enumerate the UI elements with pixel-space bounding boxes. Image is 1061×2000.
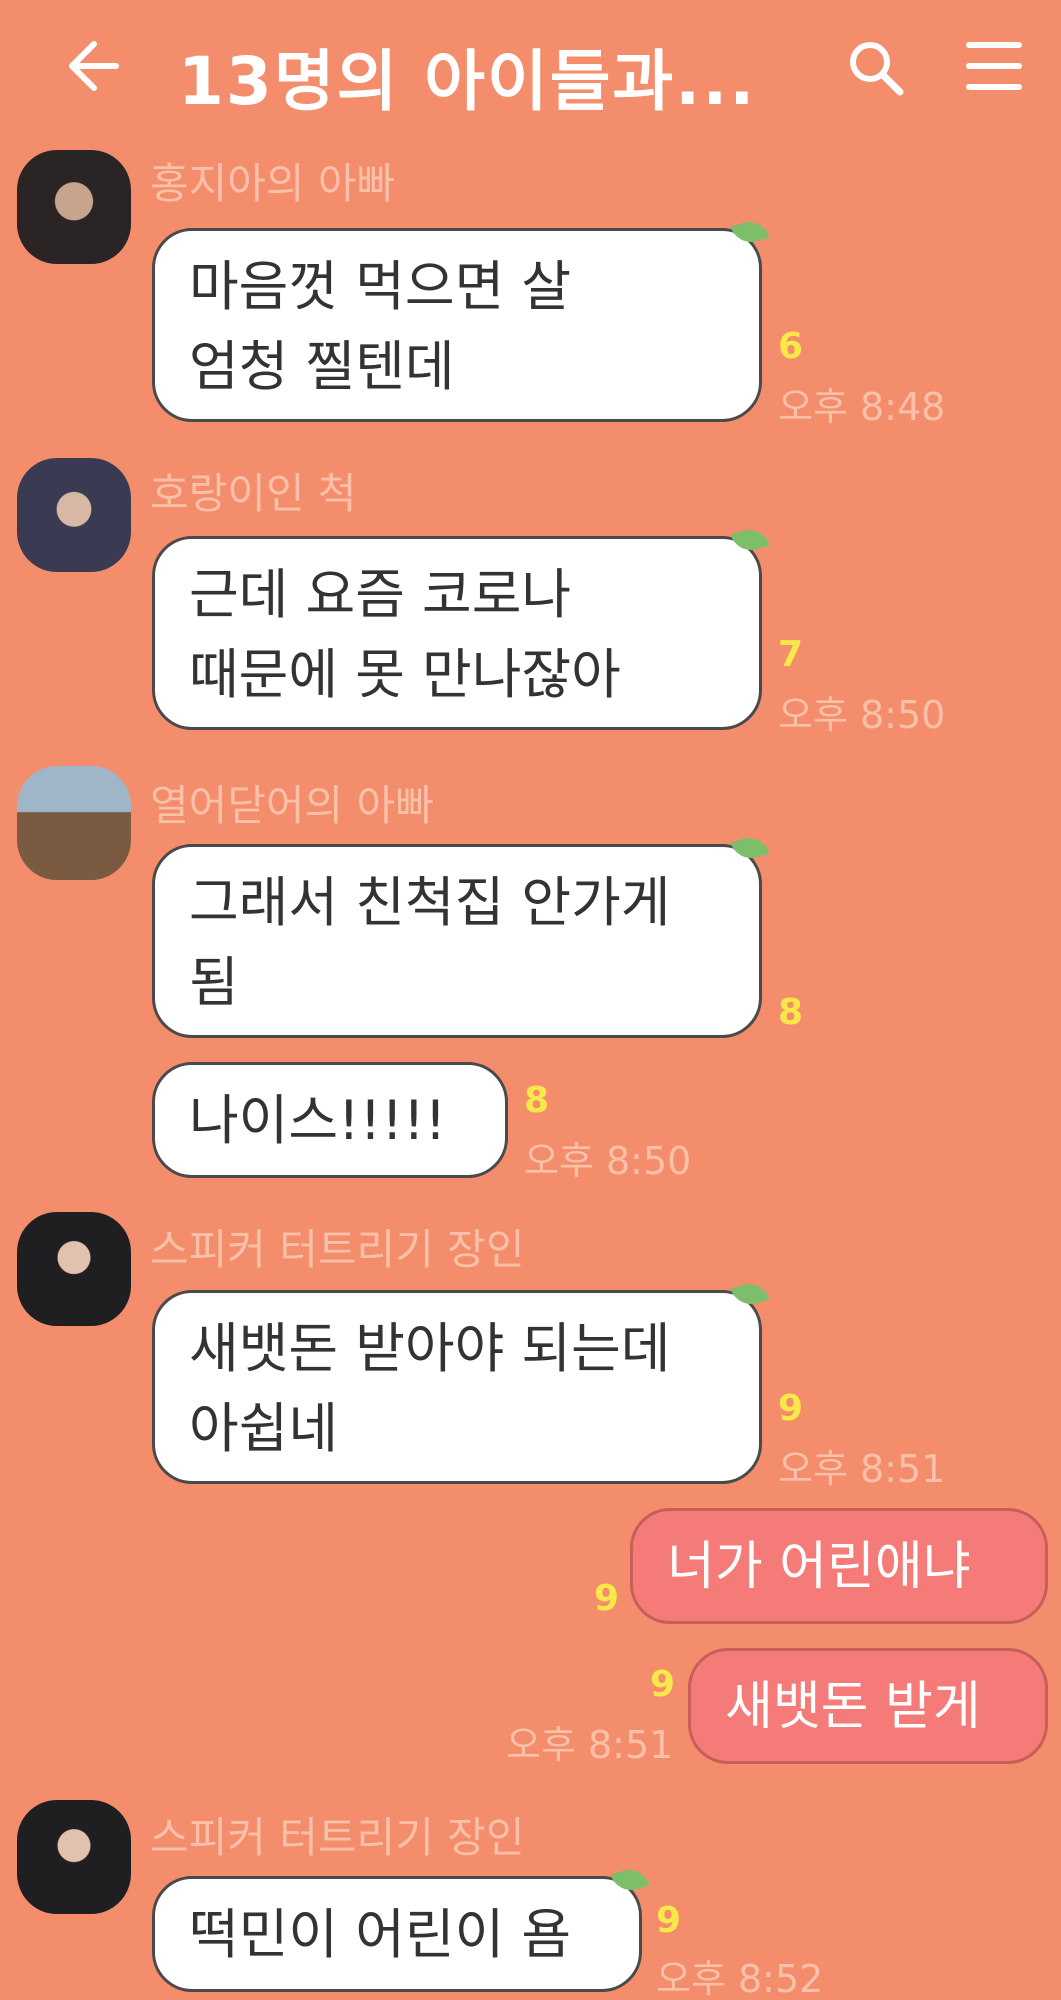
message-line: 아쉽네 (189, 1397, 339, 1460)
message-time: 오후 8:51 (506, 1723, 674, 1767)
leaf-icon (730, 216, 770, 248)
leaf-icon (730, 832, 770, 864)
unread-count: 9 (778, 1388, 804, 1429)
message-bubble[interactable]: 근데 요즘 코로나 때문에 못 만나잖아 (152, 524, 770, 730)
message-bubble[interactable]: 나이스!!!!! (152, 1062, 508, 1178)
sender-name: 호랑이인 척 (150, 469, 357, 518)
message-time: 오후 8:51 (778, 1447, 946, 1491)
search-icon-svg (850, 42, 904, 96)
message-time: 오후 8:50 (524, 1139, 692, 1183)
menu-line (966, 84, 1022, 90)
my-message-bubble[interactable]: 새뱃돈 받게 (688, 1648, 1048, 1764)
message-line: 근데 요즘 코로나 (189, 563, 572, 626)
message-line: 새뱃돈 받아야 되는데 (189, 1317, 671, 1380)
unread-count: 8 (524, 1080, 550, 1121)
sender-name: 스피커 터트리기 장인 (150, 1225, 525, 1274)
chat-header: 13명의 아이들과... (0, 0, 1061, 140)
hamburger-menu-icon[interactable] (966, 42, 1022, 92)
menu-line (966, 42, 1022, 48)
message-line: 엄청 찔텐데 (189, 335, 455, 398)
avatar[interactable] (17, 458, 131, 572)
avatar[interactable] (17, 766, 131, 880)
message-time: 오후 8:52 (656, 1957, 824, 2000)
unread-count: 6 (778, 326, 804, 367)
sender-name: 열어닫어의 아빠 (150, 781, 434, 830)
message-time: 오후 8:50 (778, 693, 946, 737)
leaf-icon (730, 524, 770, 556)
message-line: 그래서 친척집 안가게 (189, 871, 671, 934)
avatar[interactable] (17, 150, 131, 264)
message-line: 너가 어린애냐 (667, 1537, 971, 1597)
leaf-icon (610, 1864, 650, 1896)
message-line: 때문에 못 만나잖아 (189, 643, 621, 706)
message-line: 됨 (189, 951, 239, 1014)
my-message-bubble[interactable]: 너가 어린애냐 (630, 1508, 1048, 1624)
unread-count: 7 (778, 634, 804, 675)
message-bubble[interactable]: 마음껏 먹으면 살 엄청 찔텐데 (152, 216, 770, 422)
message-line: 떡민이 어린이 욤 (189, 1903, 572, 1966)
search-icon[interactable] (846, 38, 906, 98)
sender-name: 스피커 터트리기 장인 (150, 1813, 525, 1862)
unread-count: 9 (594, 1578, 620, 1619)
sender-name: 홍지아의 아빠 (150, 159, 396, 208)
leaf-icon (730, 1278, 770, 1310)
unread-count: 9 (650, 1664, 676, 1705)
message-bubble[interactable]: 새뱃돈 받아야 되는데 아쉽네 (152, 1278, 770, 1484)
message-line: 마음껏 먹으면 살 (189, 255, 572, 318)
message-line: 나이스!!!!! (189, 1089, 447, 1152)
avatar[interactable] (17, 1800, 131, 1914)
back-arrow-icon-svg (69, 41, 119, 91)
message-bubble[interactable]: 떡민이 어린이 욤 (152, 1864, 650, 1992)
unread-count: 8 (778, 992, 804, 1033)
message-time: 오후 8:48 (778, 385, 946, 429)
avatar[interactable] (17, 1212, 131, 1326)
back-arrow-icon[interactable] (58, 34, 122, 98)
chat-title: 13명의 아이들과... (178, 43, 757, 120)
unread-count: 9 (656, 1900, 682, 1941)
menu-line (966, 63, 1022, 69)
message-bubble[interactable]: 그래서 친척집 안가게 됨 (152, 832, 770, 1038)
message-line: 새뱃돈 받게 (725, 1677, 981, 1737)
